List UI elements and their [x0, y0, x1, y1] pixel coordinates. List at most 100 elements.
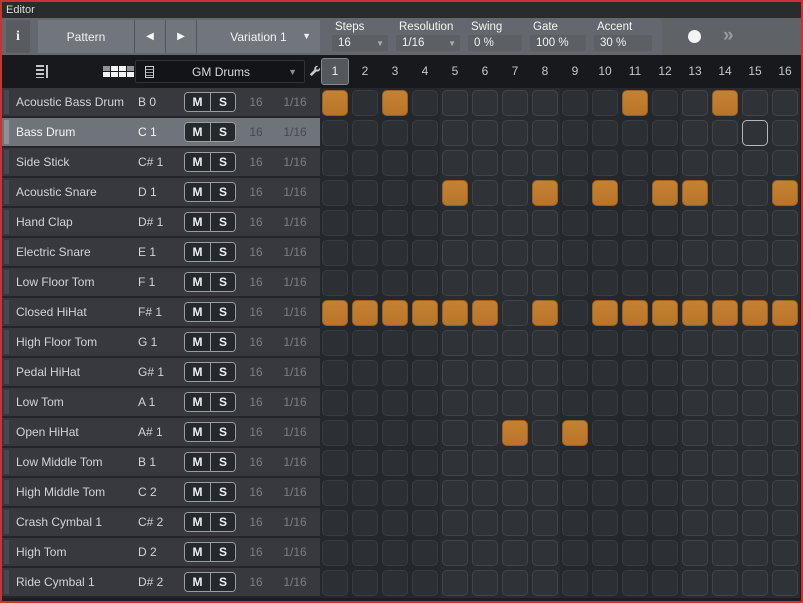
step-cell[interactable] — [470, 268, 500, 298]
step-cell[interactable] — [440, 448, 470, 478]
step-cell[interactable] — [710, 118, 740, 148]
step-number[interactable]: 3 — [380, 55, 410, 88]
step-cell[interactable] — [410, 478, 440, 508]
mute-button[interactable]: M — [185, 273, 210, 291]
step-cell[interactable] — [770, 268, 800, 298]
track-row[interactable]: Acoustic SnareD 1MS161/16 — [2, 178, 320, 208]
step-cell[interactable] — [590, 448, 620, 478]
step-cell[interactable] — [470, 178, 500, 208]
row-drag-handle[interactable] — [4, 390, 9, 414]
step-cell[interactable] — [560, 418, 590, 448]
step-cell[interactable] — [380, 478, 410, 508]
prev-variation-icon[interactable]: ◀ — [135, 20, 166, 53]
step-number[interactable]: 14 — [710, 55, 740, 88]
step-cell[interactable] — [710, 148, 740, 178]
step-cell[interactable] — [710, 268, 740, 298]
track-row[interactable]: Bass DrumC 1MS161/16 — [2, 118, 320, 148]
solo-button[interactable]: S — [210, 303, 235, 321]
step-cell[interactable] — [770, 208, 800, 238]
step-cell[interactable] — [350, 88, 380, 118]
step-cell[interactable] — [620, 178, 650, 208]
step-cell[interactable] — [410, 568, 440, 598]
track-row[interactable]: Electric SnareE 1MS161/16 — [2, 238, 320, 268]
step-cell[interactable] — [380, 118, 410, 148]
step-cell[interactable] — [620, 418, 650, 448]
step-cell[interactable] — [770, 328, 800, 358]
step-cell[interactable] — [590, 538, 620, 568]
step-cell[interactable] — [680, 148, 710, 178]
step-cell[interactable] — [380, 268, 410, 298]
solo-button[interactable]: S — [210, 423, 235, 441]
step-cell[interactable] — [680, 268, 710, 298]
step-cell[interactable] — [560, 238, 590, 268]
step-cell[interactable] — [560, 298, 590, 328]
step-cell[interactable] — [650, 178, 680, 208]
step-cell[interactable] — [680, 298, 710, 328]
step-cell[interactable] — [710, 358, 740, 388]
step-cell[interactable] — [380, 418, 410, 448]
solo-button[interactable]: S — [210, 363, 235, 381]
step-cell[interactable] — [440, 568, 470, 598]
track-row[interactable]: Crash Cymbal 1C# 2MS161/16 — [2, 508, 320, 538]
step-cell[interactable] — [470, 88, 500, 118]
mute-button[interactable]: M — [185, 573, 210, 591]
step-cell[interactable] — [410, 418, 440, 448]
step-cell[interactable] — [380, 388, 410, 418]
step-cell[interactable] — [560, 328, 590, 358]
step-cell[interactable] — [500, 298, 530, 328]
step-cell[interactable] — [620, 328, 650, 358]
step-cell[interactable] — [350, 208, 380, 238]
step-cell[interactable] — [710, 208, 740, 238]
step-cell[interactable] — [590, 358, 620, 388]
step-cell[interactable] — [560, 568, 590, 598]
step-cell[interactable] — [680, 328, 710, 358]
step-cell[interactable] — [590, 88, 620, 118]
step-cell[interactable] — [680, 88, 710, 118]
solo-button[interactable]: S — [210, 243, 235, 261]
step-cell[interactable] — [710, 538, 740, 568]
track-row[interactable]: Low TomA 1MS161/16 — [2, 388, 320, 418]
step-cell[interactable] — [380, 508, 410, 538]
step-cell[interactable] — [440, 268, 470, 298]
step-cell[interactable] — [740, 268, 770, 298]
step-cell[interactable] — [440, 358, 470, 388]
step-cell[interactable] — [380, 178, 410, 208]
step-cell[interactable] — [710, 418, 740, 448]
step-number[interactable]: 13 — [680, 55, 710, 88]
step-cell[interactable] — [560, 508, 590, 538]
track-row[interactable]: High TomD 2MS161/16 — [2, 538, 320, 568]
step-cell[interactable] — [440, 328, 470, 358]
row-drag-handle[interactable] — [4, 270, 9, 294]
step-cell[interactable] — [320, 238, 350, 268]
row-drag-handle[interactable] — [4, 120, 9, 144]
step-cell[interactable] — [380, 448, 410, 478]
step-cell[interactable] — [350, 478, 380, 508]
step-cell[interactable] — [500, 388, 530, 418]
variation-select[interactable]: Variation 1 ▼ — [197, 20, 320, 53]
step-cell[interactable] — [770, 118, 800, 148]
step-cell[interactable] — [590, 268, 620, 298]
row-drag-handle[interactable] — [4, 90, 9, 114]
pattern-button[interactable]: Pattern — [38, 20, 135, 53]
step-cell[interactable] — [710, 508, 740, 538]
step-cell[interactable] — [770, 538, 800, 568]
mute-button[interactable]: M — [185, 93, 210, 111]
step-cell[interactable] — [350, 568, 380, 598]
track-row[interactable]: Ride Cymbal 1D# 2MS161/16 — [2, 568, 320, 598]
step-cell[interactable] — [470, 238, 500, 268]
step-cell[interactable] — [410, 538, 440, 568]
step-cell[interactable] — [620, 358, 650, 388]
step-cell[interactable] — [530, 148, 560, 178]
step-cell[interactable] — [650, 388, 680, 418]
step-cell[interactable] — [500, 418, 530, 448]
step-cell[interactable] — [680, 178, 710, 208]
step-cell[interactable] — [740, 418, 770, 448]
step-cell[interactable] — [710, 88, 740, 118]
step-cell[interactable] — [500, 118, 530, 148]
mute-button[interactable]: M — [185, 393, 210, 411]
step-cell[interactable] — [350, 298, 380, 328]
step-cell[interactable] — [710, 298, 740, 328]
step-cell[interactable] — [710, 178, 740, 208]
step-cell[interactable] — [770, 388, 800, 418]
step-cell[interactable] — [650, 268, 680, 298]
